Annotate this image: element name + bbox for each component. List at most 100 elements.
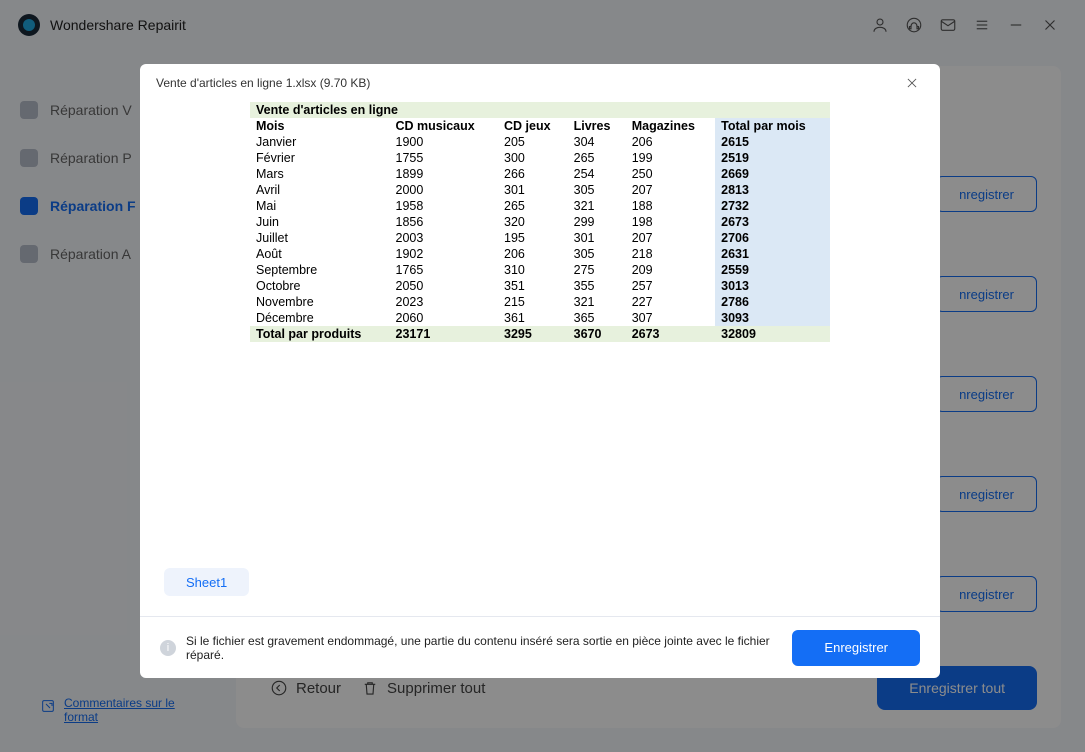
table-cell: Juin — [250, 214, 390, 230]
table-row: Mai19582653211882732 — [250, 198, 830, 214]
table-cell: 2631 — [715, 246, 830, 262]
table-cell: Octobre — [250, 278, 390, 294]
table-cell: 2000 — [390, 182, 498, 198]
modal-footer-message: Si le fichier est gravement endommagé, u… — [186, 634, 792, 662]
table-cell: 361 — [498, 310, 568, 326]
table-row: Juin18563202991982673 — [250, 214, 830, 230]
table-cell: 2732 — [715, 198, 830, 214]
table-cell: Avril — [250, 182, 390, 198]
table-cell: 198 — [626, 214, 715, 230]
table-cell: 2519 — [715, 150, 830, 166]
table-cell: Janvier — [250, 134, 390, 150]
table-cell: 3093 — [715, 310, 830, 326]
table-cell: 305 — [568, 182, 626, 198]
modal-body[interactable]: Vente d'articles en ligneMoisCD musicaux… — [140, 102, 940, 616]
table-cell: 2669 — [715, 166, 830, 182]
table-row: Décembre20603613653073093 — [250, 310, 830, 326]
table-cell: 254 — [568, 166, 626, 182]
table-cell: 304 — [568, 134, 626, 150]
table-cell: 250 — [626, 166, 715, 182]
column-header: CD jeux — [498, 118, 568, 134]
table-row: Août19022063052182631 — [250, 246, 830, 262]
close-modal-button[interactable] — [900, 71, 924, 95]
table-cell: 275 — [568, 262, 626, 278]
table-cell: 301 — [568, 230, 626, 246]
table-cell: 2786 — [715, 294, 830, 310]
table-cell: Août — [250, 246, 390, 262]
table-cell: 301 — [498, 182, 568, 198]
table-cell: 207 — [626, 182, 715, 198]
table-cell: 207 — [626, 230, 715, 246]
table-row: Juillet20031953012072706 — [250, 230, 830, 246]
modal-footer: i Si le fichier est gravement endommagé,… — [140, 616, 940, 678]
info-icon: i — [160, 640, 176, 656]
table-cell: 1899 — [390, 166, 498, 182]
table-cell: 2559 — [715, 262, 830, 278]
spreadsheet-preview: Vente d'articles en ligneMoisCD musicaux… — [250, 102, 830, 342]
totals-cell: 23171 — [390, 326, 498, 342]
table-cell: 206 — [626, 134, 715, 150]
table-cell: 2023 — [390, 294, 498, 310]
table-cell: 321 — [568, 198, 626, 214]
table-cell: 1765 — [390, 262, 498, 278]
table-row: Février17553002651992519 — [250, 150, 830, 166]
sheet-tab[interactable]: Sheet1 — [164, 568, 249, 596]
table-cell: Mars — [250, 166, 390, 182]
table-row: Avril20003013052072813 — [250, 182, 830, 198]
table-cell: 2706 — [715, 230, 830, 246]
table-row: Octobre20503513552573013 — [250, 278, 830, 294]
column-header: Livres — [568, 118, 626, 134]
table-row: Septembre17653102752092559 — [250, 262, 830, 278]
table-row: Mars18992662542502669 — [250, 166, 830, 182]
modal-filename: Vente d'articles en ligne 1.xlsx (9.70 K… — [156, 76, 370, 90]
table-cell: 188 — [626, 198, 715, 214]
table-cell: 3013 — [715, 278, 830, 294]
table-cell: 320 — [498, 214, 568, 230]
preview-modal: Vente d'articles en ligne 1.xlsx (9.70 K… — [140, 64, 940, 678]
table-cell: 307 — [626, 310, 715, 326]
table-cell: 351 — [498, 278, 568, 294]
column-header: Total par mois — [715, 118, 830, 134]
table-cell: 305 — [568, 246, 626, 262]
totals-cell: 2673 — [626, 326, 715, 342]
table-cell: 205 — [498, 134, 568, 150]
table-cell: 2813 — [715, 182, 830, 198]
table-cell: 2060 — [390, 310, 498, 326]
table-cell: 1958 — [390, 198, 498, 214]
table-cell: 2050 — [390, 278, 498, 294]
table-cell: 266 — [498, 166, 568, 182]
table-row: Janvier19002053042062615 — [250, 134, 830, 150]
table-cell: Septembre — [250, 262, 390, 278]
table-cell: 299 — [568, 214, 626, 230]
table-cell: 2615 — [715, 134, 830, 150]
table-cell: 2673 — [715, 214, 830, 230]
table-cell: 321 — [568, 294, 626, 310]
sheet-tab-bar: Sheet1 — [164, 568, 249, 596]
table-cell: Février — [250, 150, 390, 166]
totals-cell: 32809 — [715, 326, 830, 342]
table-cell: 1902 — [390, 246, 498, 262]
table-cell: 1755 — [390, 150, 498, 166]
table-cell: 265 — [498, 198, 568, 214]
table-cell: 206 — [498, 246, 568, 262]
column-header: Mois — [250, 118, 390, 134]
table-cell: 199 — [626, 150, 715, 166]
table-cell: 209 — [626, 262, 715, 278]
table-cell: 300 — [498, 150, 568, 166]
modal-header: Vente d'articles en ligne 1.xlsx (9.70 K… — [140, 64, 940, 102]
table-title: Vente d'articles en ligne — [250, 102, 830, 118]
column-header: CD musicaux — [390, 118, 498, 134]
column-header: Magazines — [626, 118, 715, 134]
table-cell: Décembre — [250, 310, 390, 326]
table-cell: 257 — [626, 278, 715, 294]
table-cell: 1900 — [390, 134, 498, 150]
table-cell: 2003 — [390, 230, 498, 246]
modal-save-button[interactable]: Enregistrer — [792, 630, 920, 666]
totals-cell: 3295 — [498, 326, 568, 342]
table-row: Novembre20232153212272786 — [250, 294, 830, 310]
table-cell: Juillet — [250, 230, 390, 246]
totals-row: Total par produits2317132953670267332809 — [250, 326, 830, 342]
table-cell: 265 — [568, 150, 626, 166]
totals-cell: Total par produits — [250, 326, 390, 342]
table-cell: 195 — [498, 230, 568, 246]
